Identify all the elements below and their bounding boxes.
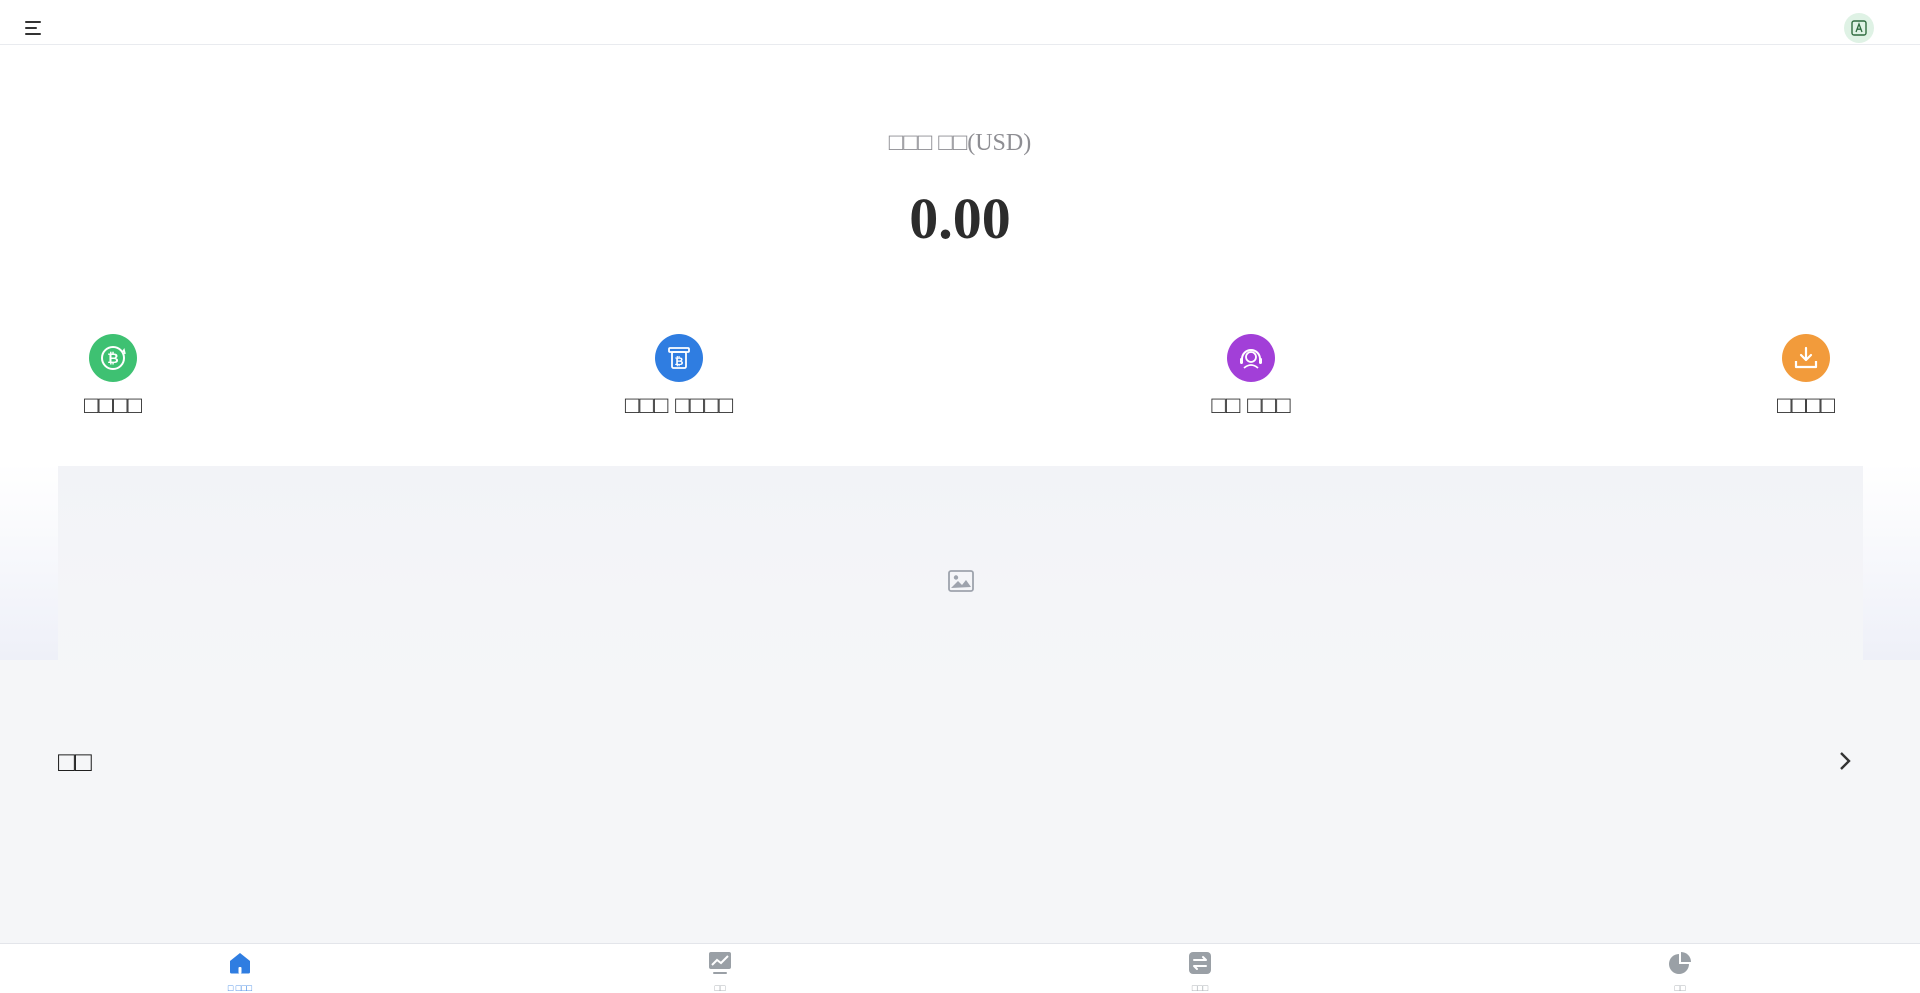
bitcoin-receipt-icon: ₿	[655, 334, 703, 382]
pie-chart-icon	[1669, 952, 1691, 974]
bottom-tab-bar: □ □□□ □□ □□□ □□	[0, 943, 1920, 993]
action-item-support[interactable]: □□ □□□	[1151, 334, 1351, 420]
action-label: □□□□	[84, 392, 142, 419]
market-chart-icon	[709, 952, 731, 974]
action-item-download[interactable]: □□□□	[1706, 334, 1906, 420]
tab-exchange[interactable]: □□□	[1140, 950, 1260, 993]
tab-label: □□□	[1191, 983, 1209, 993]
home-icon	[230, 953, 250, 974]
balance-value: 0.00	[909, 186, 1011, 251]
action-label: □□ □□□	[1211, 392, 1291, 419]
exchange-icon	[1189, 952, 1211, 974]
bitcoin-exchange-icon: ₿	[89, 334, 137, 382]
action-item-exchange[interactable]: ₿ □□□□	[13, 334, 213, 420]
tab-label: □ □□□	[227, 983, 253, 993]
svg-text:₿: ₿	[107, 351, 118, 367]
tab-market[interactable]: □□	[660, 950, 780, 993]
tab-label: □□	[714, 983, 726, 993]
notice-row[interactable]: □□	[58, 740, 1863, 790]
hamburger-menu-icon[interactable]	[22, 18, 46, 40]
translate-icon[interactable]	[1844, 13, 1874, 43]
svg-text:₿: ₿	[675, 355, 684, 368]
image-placeholder-icon	[947, 570, 974, 592]
action-label: □□□□	[1777, 392, 1835, 419]
notice-title: □□	[58, 746, 92, 777]
chevron-right-icon	[1840, 752, 1851, 770]
action-item-receipt[interactable]: ₿ □□□ □□□□	[579, 334, 779, 420]
customer-service-icon	[1227, 334, 1275, 382]
tab-home[interactable]: □ □□□	[180, 950, 300, 993]
download-icon	[1782, 334, 1830, 382]
tab-label: □□	[1674, 983, 1686, 993]
top-bar	[0, 0, 1920, 45]
tab-assets[interactable]: □□	[1620, 950, 1740, 993]
balance-label: □□□ □□(USD)	[888, 130, 1032, 156]
action-label: □□□ □□□□	[624, 392, 734, 419]
promo-banner[interactable]	[58, 466, 1863, 696]
